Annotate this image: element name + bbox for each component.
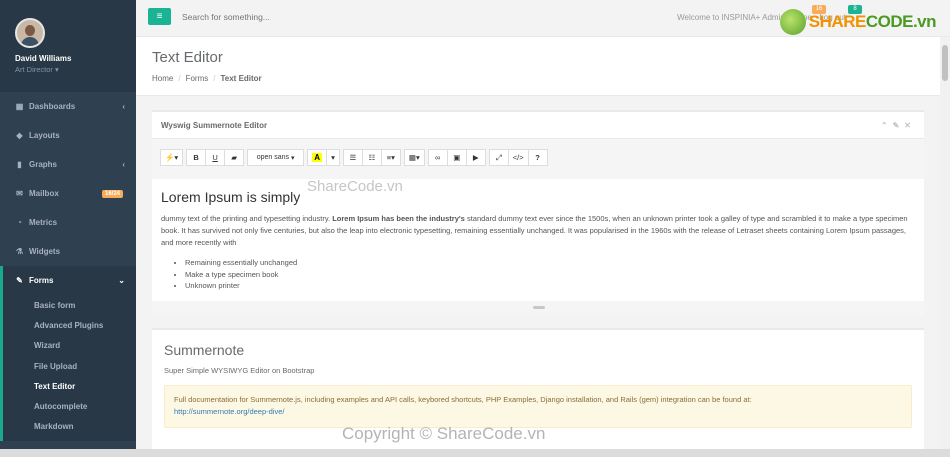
menu-toggle-button[interactable]: ≡ <box>148 8 171 25</box>
diamond-icon: ◆ <box>16 131 23 140</box>
breadcrumb: Home / Forms / Text Editor <box>152 74 262 83</box>
bold-button[interactable]: B <box>186 149 207 166</box>
paragraph-align-button[interactable]: ≡▾ <box>380 149 401 166</box>
flask-icon: ⚗ <box>15 247 24 256</box>
sidebar-item-mailbox[interactable]: ✉ Mailbox 16/24 <box>0 179 136 208</box>
picture-button[interactable]: ▣ <box>446 149 467 166</box>
fullscreen-button[interactable]: ⤢ <box>488 149 509 166</box>
submenu-item-file-upload[interactable]: File Upload <box>3 356 136 376</box>
editor-heading[interactable]: Lorem Ipsum is simply <box>161 189 915 205</box>
link-icon: ∞ <box>435 153 441 162</box>
editor-card: Wyswig Summernote Editor ⌃✎✕ ⚡▾ B U ▰ op… <box>152 110 924 315</box>
sidebar-item-forms[interactable]: ✎ Forms ⌄ <box>0 266 136 295</box>
sharecode-logo: SHARECODE.vn <box>779 9 937 35</box>
profile-name[interactable]: David Williams <box>15 54 136 63</box>
editor-card-title: Wyswig Summernote Editor ⌃✎✕ <box>152 112 924 139</box>
documentation-link[interactable]: http://summernote.org/deep-dive/ <box>174 407 284 416</box>
magic-icon: ⚡▾ <box>165 153 179 162</box>
logo-icon <box>779 9 806 35</box>
highlight-a-icon: A <box>312 153 322 162</box>
sidebar-item-dashboards[interactable]: ▦ Dashboards ‹ <box>0 92 136 121</box>
chevron-down-icon: ⌄ <box>118 276 125 285</box>
collapse-icon[interactable]: ⌃ <box>881 121 893 130</box>
list-item[interactable]: Unknown printer <box>185 280 915 292</box>
chevron-left-icon: ‹ <box>122 102 125 111</box>
avatar[interactable] <box>15 18 45 48</box>
link-button[interactable]: ∞ <box>427 149 448 166</box>
table-button[interactable]: ▦▾ <box>403 149 425 166</box>
submenu-item-markdown[interactable]: Markdown <box>3 417 136 437</box>
video-icon: ▶ <box>472 153 479 162</box>
pie-chart-icon: ◔ <box>17 218 22 227</box>
summernote-title: Summernote <box>164 342 245 358</box>
sidebar-item-metrics[interactable]: ◔ Metrics <box>0 208 136 237</box>
sidebar: David Williams Art Director ▾ ▦ Dashboar… <box>0 0 136 457</box>
hamburger-icon: ≡ <box>156 11 163 22</box>
copyright-watermark: Copyright © ShareCode.vn <box>342 424 546 443</box>
list-ul-icon: ☰ <box>349 153 357 162</box>
video-button[interactable]: ▶ <box>465 149 486 166</box>
page-heading: Text Editor Home / Forms / Text Editor <box>136 37 940 96</box>
question-icon: ? <box>535 153 540 162</box>
submenu-item-advanced-plugins[interactable]: Advanced Plugins <box>3 315 136 335</box>
clear-format-button[interactable]: ▰ <box>224 149 245 166</box>
breadcrumb-forms[interactable]: Forms <box>186 74 209 83</box>
page-title: Text Editor <box>152 49 223 66</box>
editor-list[interactable]: Remaining essentially unchanged Make a t… <box>161 257 915 292</box>
close-icon[interactable]: ✕ <box>904 121 916 130</box>
list-item[interactable]: Remaining essentially unchanged <box>185 257 915 269</box>
watermark-text: ShareCode.vn <box>307 178 403 195</box>
chevron-left-icon: ‹ <box>122 160 125 169</box>
scrollbar-thumb[interactable] <box>942 45 948 81</box>
style-button[interactable]: ⚡▾ <box>160 149 184 166</box>
editor-toolbar: ⚡▾ B U ▰ open sans ▾ A ▾ ☰ ☷ ≡▾ ▦▾ ∞ ▣ ▶… <box>152 139 924 179</box>
submenu-item-autocomplete[interactable]: Autocomplete <box>3 396 136 416</box>
sidebar-item-layouts[interactable]: ◆ Layouts <box>0 121 136 150</box>
align-left-icon: ≡▾ <box>386 153 395 162</box>
codeview-button[interactable]: </> <box>507 149 529 166</box>
expand-icon: ⤢ <box>495 152 502 162</box>
sidebar-item-graphs[interactable]: ▮ Graphs ‹ <box>0 150 136 179</box>
forms-submenu: Basic form Advanced Plugins Wizard File … <box>0 295 136 442</box>
submenu-item-basic-form[interactable]: Basic form <box>3 295 136 315</box>
search-input[interactable] <box>182 12 382 22</box>
list-item[interactable]: Make a type specimen book <box>185 269 915 281</box>
code-icon: </> <box>512 153 524 162</box>
taskbar-strip <box>0 449 950 457</box>
wrench-icon[interactable]: ✎ <box>893 121 905 130</box>
summernote-subtitle: Super Simple WYSIWYG Editor on Bootstrap <box>164 366 315 375</box>
table-icon: ▦▾ <box>408 153 420 162</box>
profile-role-dropdown[interactable]: Art Director ▾ <box>15 65 136 74</box>
mailbox-badge: 16/24 <box>101 189 123 198</box>
card-tools: ⌃✎✕ <box>881 121 916 130</box>
underline-button[interactable]: U <box>205 149 226 166</box>
breadcrumb-home[interactable]: Home <box>152 74 173 83</box>
th-large-icon: ▦ <box>15 102 24 111</box>
eraser-icon: ▰ <box>231 153 237 162</box>
editor-paragraph[interactable]: dummy text of the printing and typesetti… <box>161 213 915 249</box>
unordered-list-button[interactable]: ☰ <box>342 149 363 166</box>
editor-resize-handle[interactable] <box>152 301 924 315</box>
documentation-alert: Full documentation for Summernote.js, in… <box>164 385 912 428</box>
breadcrumb-current: Text Editor <box>220 74 262 83</box>
bar-chart-icon: ▮ <box>17 160 22 169</box>
help-button[interactable]: ? <box>527 149 548 166</box>
scrollbar[interactable] <box>940 37 950 457</box>
submenu-item-wizard[interactable]: Wizard <box>3 336 136 356</box>
sidebar-item-widgets[interactable]: ⚗ Widgets <box>0 237 136 266</box>
picture-icon: ▣ <box>453 153 461 162</box>
color-dropdown-button[interactable]: ▾ <box>326 149 340 166</box>
envelope-icon: ✉ <box>16 189 23 198</box>
list-ol-icon: ☷ <box>368 153 376 162</box>
ordered-list-button[interactable]: ☷ <box>361 149 382 166</box>
profile-block: David Williams Art Director ▾ <box>0 0 136 92</box>
font-family-select[interactable]: open sans ▾ <box>247 149 305 166</box>
submenu-item-text-editor[interactable]: Text Editor <box>3 376 136 396</box>
editor-content-area[interactable]: Lorem Ipsum is simply dummy text of the … <box>152 179 924 301</box>
highlight-color-button[interactable]: A <box>307 149 328 166</box>
edit-icon: ✎ <box>16 276 23 285</box>
